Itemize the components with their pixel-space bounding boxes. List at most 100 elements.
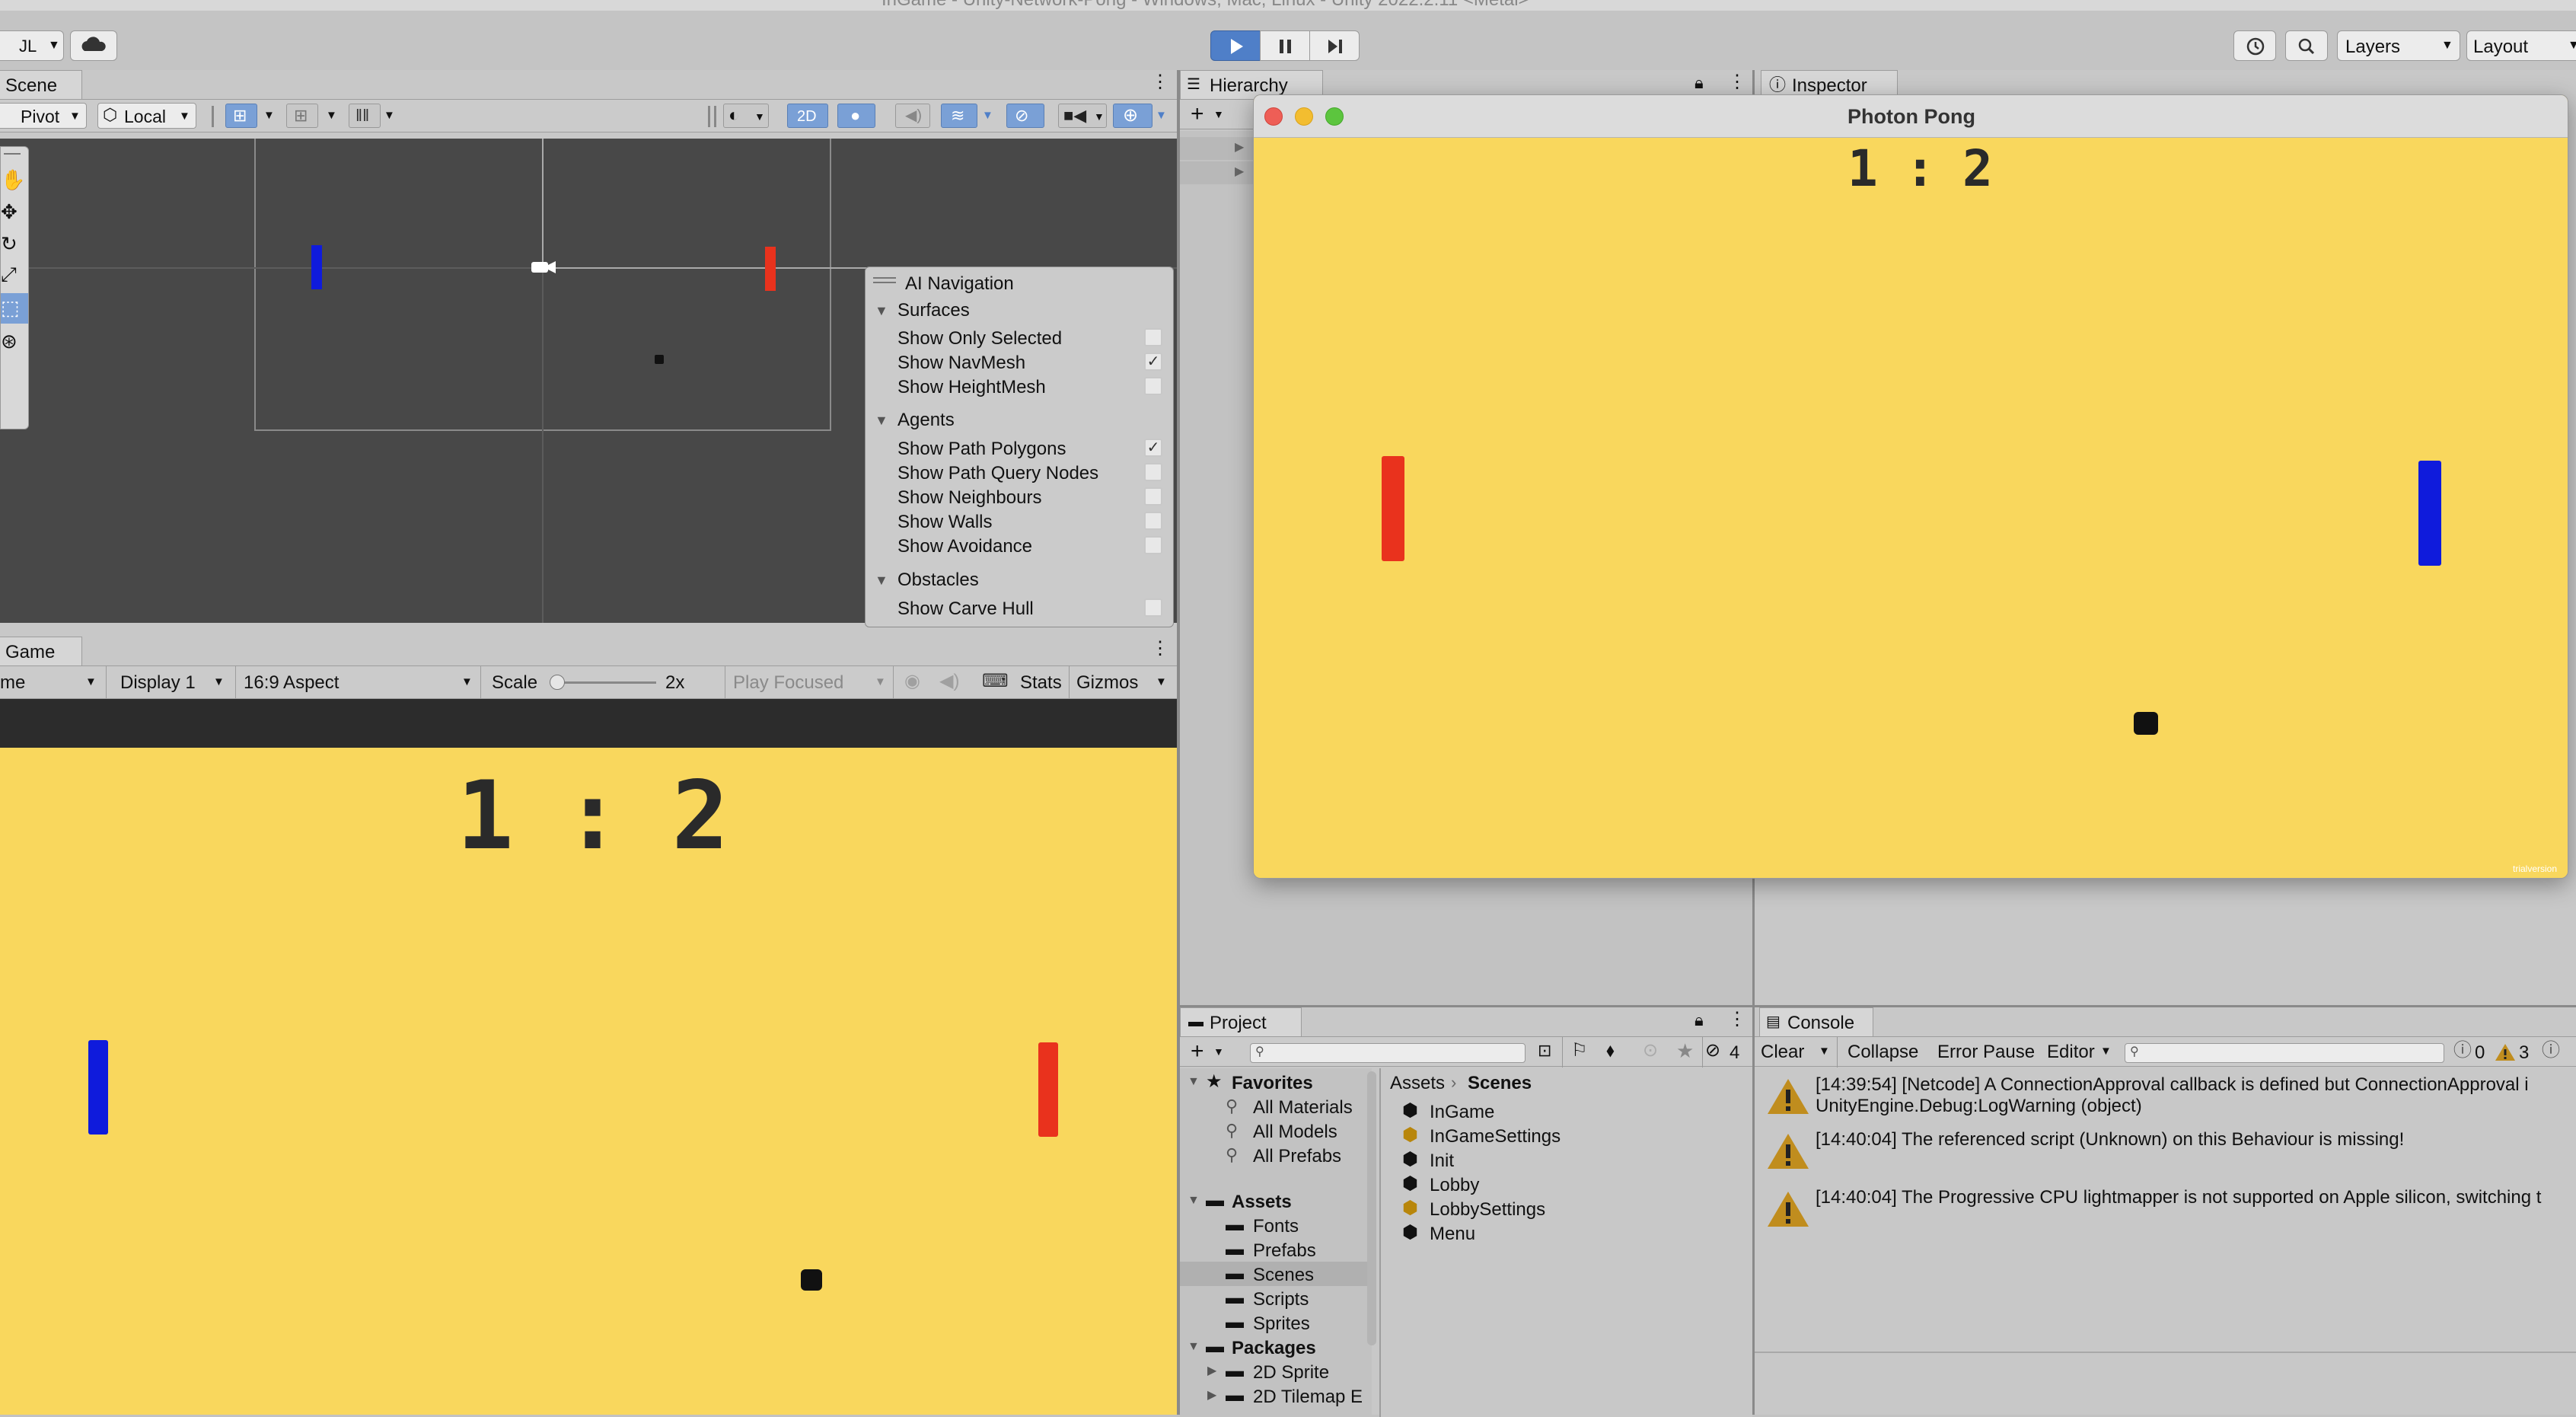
chevron-down-icon[interactable]: ▼: [1213, 109, 1224, 120]
more-menu-icon[interactable]: ⋮: [1151, 640, 1169, 658]
log-entry[interactable]: [14:39:54] [Netcode] A ConnectionApprova…: [1755, 1068, 2576, 1122]
folder-prefabs[interactable]: Prefabs: [1253, 1242, 1316, 1260]
favorites-label[interactable]: Favorites: [1232, 1074, 1313, 1093]
display-dropdown[interactable]: Display 1 ▼: [113, 666, 236, 698]
hidden-objects-toggle[interactable]: ⊘: [1006, 104, 1044, 128]
file-ingame[interactable]: InGame: [1430, 1103, 1494, 1122]
lock-icon[interactable]: 🔒︎: [1694, 75, 1704, 91]
camera-button[interactable]: ■◀ ▼: [1058, 104, 1107, 128]
chevron-down-icon[interactable]: ▼: [384, 110, 395, 121]
add-icon[interactable]: +: [1191, 1040, 1204, 1063]
chevron-down-icon[interactable]: ▼: [2100, 1045, 2112, 1057]
file-menu[interactable]: Menu: [1430, 1225, 1475, 1243]
ruler-toggle[interactable]: ‖‖: [349, 104, 381, 128]
transform-tool-icon[interactable]: ⊛: [1, 331, 18, 351]
show-avoidance-checkbox[interactable]: [1144, 536, 1162, 554]
gizmos-button[interactable]: Gizmos: [1076, 674, 1138, 692]
chevron-down-icon[interactable]: ▼: [1213, 1046, 1224, 1057]
tab-project[interactable]: ▬ Project: [1180, 1007, 1302, 1036]
scale-slider-thumb[interactable]: [550, 675, 565, 690]
favorite-all-prefabs[interactable]: All Prefabs: [1253, 1147, 1341, 1166]
play-button[interactable]: [1210, 30, 1261, 61]
lock-icon[interactable]: 🔒︎: [1694, 1012, 1704, 1029]
type-filter-icon[interactable]: ⚐: [1571, 1042, 1588, 1060]
expand-arrow-icon[interactable]: ▶: [1235, 142, 1244, 154]
editor-dropdown[interactable]: Editor: [2047, 1043, 2095, 1061]
photon-title-bar[interactable]: Photon Pong: [1254, 95, 2568, 138]
label-filter-icon[interactable]: ⬧: [1606, 1042, 1615, 1060]
increment-snap-toggle[interactable]: ⊞: [286, 104, 318, 128]
collapse-arrow-icon[interactable]: ▼: [875, 413, 888, 427]
mute-audio-icon[interactable]: ◀): [939, 672, 959, 691]
collapse-arrow-icon[interactable]: ▼: [1188, 1076, 1200, 1088]
show-only-selected-checkbox[interactable]: [1144, 328, 1162, 346]
console-log-list[interactable]: [14:39:54] [Netcode] A ConnectionApprova…: [1755, 1068, 2576, 1274]
lighting-toggle[interactable]: ●: [837, 104, 875, 128]
project-tree-scrollbar[interactable]: [1367, 1071, 1376, 1345]
layers-dropdown[interactable]: Layers ▼: [2337, 30, 2460, 61]
show-navmesh-checkbox[interactable]: ✓: [1144, 353, 1162, 371]
package-2d-sprite[interactable]: 2D Sprite: [1253, 1364, 1329, 1382]
chevron-down-icon[interactable]: ▼: [1156, 110, 1167, 121]
cloud-button[interactable]: [70, 30, 117, 61]
gizmos-toggle[interactable]: ⊕: [1113, 104, 1153, 128]
step-button[interactable]: [1309, 30, 1360, 61]
section-obstacles[interactable]: Obstacles: [897, 571, 979, 589]
expand-arrow-icon[interactable]: ▶: [1207, 1365, 1216, 1377]
hidden-eye-icon[interactable]: ⊘: [1705, 1042, 1720, 1060]
breadcrumb-assets[interactable]: Assets: [1390, 1074, 1445, 1093]
show-neighbours-checkbox[interactable]: [1144, 487, 1162, 506]
file-init[interactable]: Init: [1430, 1152, 1454, 1170]
packages-label[interactable]: Packages: [1232, 1339, 1316, 1358]
project-search-input[interactable]: ⚲: [1250, 1043, 1526, 1063]
shading-mode-button[interactable]: ◐ ▼: [723, 104, 769, 128]
show-path-query-nodes-checkbox[interactable]: [1144, 463, 1162, 481]
aspect-dropdown[interactable]: 16:9 Aspect ▼: [241, 666, 481, 698]
folder-scripts[interactable]: Scripts: [1253, 1291, 1309, 1309]
expand-arrow-icon[interactable]: ▶: [1235, 166, 1244, 178]
layout-dropdown[interactable]: Layout ▼: [2466, 30, 2576, 61]
collapse-arrow-icon[interactable]: ▼: [1188, 1341, 1200, 1353]
grid-snap-toggle[interactable]: ⊞: [225, 104, 257, 128]
assets-label[interactable]: Assets: [1232, 1193, 1292, 1211]
chevron-down-icon[interactable]: ▼: [1819, 1045, 1830, 1057]
package-2d-tilemap[interactable]: 2D Tilemap E: [1253, 1388, 1363, 1406]
favorite-star-icon[interactable]: ★: [1676, 1041, 1694, 1061]
favorite-all-models[interactable]: All Models: [1253, 1123, 1337, 1141]
unity-logo-icon[interactable]: ◉: [904, 672, 920, 691]
scale-slider-track[interactable]: [556, 681, 656, 684]
game-view[interactable]: 1 : 2: [0, 748, 1177, 1415]
play-focused-dropdown[interactable]: Play Focused ▼: [725, 666, 894, 698]
rect-tool-button[interactable]: ⬚: [1, 293, 28, 324]
file-lobbysettings[interactable]: LobbySettings: [1430, 1201, 1545, 1219]
show-path-polygons-checkbox[interactable]: ✓: [1144, 439, 1162, 457]
keyboard-icon[interactable]: ⌨: [982, 672, 1009, 691]
console-search-input[interactable]: ⚲: [2125, 1043, 2444, 1063]
account-dropdown[interactable]: JL ▼: [0, 30, 64, 61]
add-icon[interactable]: +: [1191, 103, 1204, 126]
package-filter-icon[interactable]: ⊙: [1643, 1042, 1658, 1060]
show-walls-checkbox[interactable]: [1144, 512, 1162, 530]
more-menu-icon[interactable]: ⋮: [1728, 1010, 1746, 1029]
breadcrumb-scenes[interactable]: Scenes: [1468, 1074, 1532, 1093]
console-detail-divider[interactable]: [1755, 1352, 2576, 1353]
collapse-arrow-icon[interactable]: ▼: [875, 573, 888, 587]
effects-toggle[interactable]: ≋: [941, 104, 977, 128]
section-surfaces[interactable]: Surfaces: [897, 302, 970, 320]
error-count-icon[interactable]: ⓘ: [2542, 1042, 2560, 1060]
folder-scenes[interactable]: Scenes: [1253, 1266, 1314, 1285]
file-ingamesettings[interactable]: InGameSettings: [1430, 1128, 1561, 1146]
tab-game[interactable]: Game: [0, 637, 82, 665]
file-lobby[interactable]: Lobby: [1430, 1176, 1479, 1195]
chevron-down-icon[interactable]: ▼: [263, 110, 275, 121]
mode-2d-toggle[interactable]: 2D: [787, 104, 828, 128]
history-button[interactable]: [2233, 30, 2276, 61]
project-folder-tree[interactable]: ▼ ★ Favorites ⚲ All Materials ⚲ All Mode…: [1180, 1068, 1372, 1417]
chevron-down-icon[interactable]: ▼: [326, 110, 337, 121]
expand-arrow-icon[interactable]: ▶: [1207, 1390, 1216, 1402]
audio-toggle[interactable]: ◀): [895, 104, 930, 128]
show-heightmesh-checkbox[interactable]: [1144, 377, 1162, 395]
photon-game-view[interactable]: 1 : 2 trialversion: [1254, 138, 2568, 878]
pivot-dropdown[interactable]: Pivot ▼: [0, 103, 87, 129]
clear-button[interactable]: Clear: [1761, 1043, 1804, 1061]
